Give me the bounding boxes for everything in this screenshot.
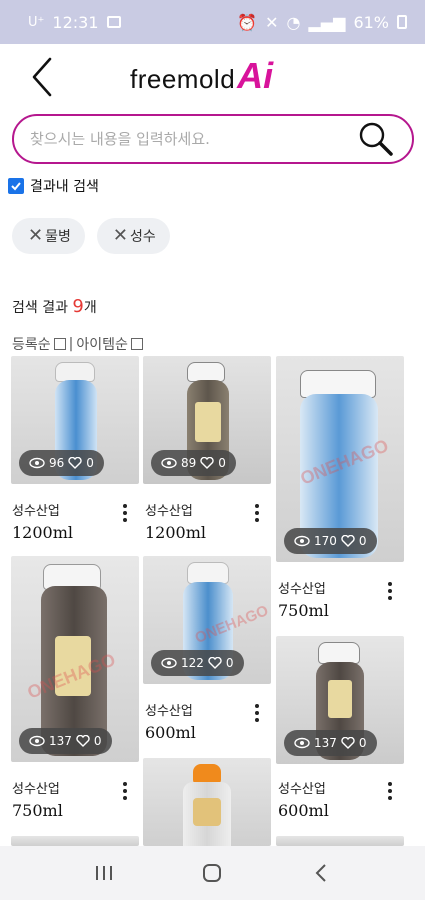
view-count: 96 bbox=[49, 456, 65, 470]
eye-icon bbox=[29, 457, 45, 469]
like-count: 0 bbox=[218, 456, 226, 470]
within-results-label: 결과내 검색 bbox=[30, 179, 99, 195]
more-options-button[interactable] bbox=[247, 500, 267, 526]
chip-label: 성수 bbox=[129, 229, 156, 245]
app-header: freemold Ai bbox=[0, 44, 425, 110]
heart-icon[interactable] bbox=[341, 737, 355, 749]
status-bar: U⁺ 12:31 ⏰ ✕ ◔ ▂▄▆ 61% bbox=[0, 0, 425, 44]
view-count: 89 bbox=[181, 456, 197, 470]
freemold-logo[interactable]: freemold Ai bbox=[130, 58, 273, 98]
product-stats: 89 0 bbox=[151, 450, 236, 476]
carrier-label: U⁺ bbox=[28, 14, 45, 30]
like-count: 0 bbox=[358, 534, 367, 548]
product-image[interactable] bbox=[143, 758, 271, 846]
result-count-number: 9 bbox=[72, 296, 84, 317]
system-navigation-bar bbox=[0, 846, 425, 900]
result-count-suffix: 개 bbox=[83, 300, 97, 316]
home-button[interactable] bbox=[192, 853, 232, 893]
signal-icon: ▂▄▆ bbox=[308, 12, 346, 32]
chip-label: 물병 bbox=[45, 229, 71, 245]
battery-percent: 61% bbox=[353, 12, 389, 32]
logo-ai: Ai bbox=[237, 55, 274, 96]
sort-options: 등록순 | 아이템순 bbox=[12, 334, 143, 354]
recent-apps-button[interactable] bbox=[84, 853, 124, 893]
search-icon bbox=[359, 122, 393, 156]
like-count: 0 bbox=[93, 734, 102, 748]
sort-by-date-label[interactable]: 등록순 bbox=[12, 334, 51, 354]
product-image[interactable]: 89 0 bbox=[143, 356, 271, 484]
back-button[interactable] bbox=[22, 52, 62, 102]
sort-separator: | bbox=[68, 336, 74, 352]
check-icon bbox=[11, 182, 21, 191]
product-stats: 96 0 bbox=[19, 450, 104, 476]
eye-icon bbox=[161, 457, 177, 469]
filter-chips: ✕ 물병 ✕ 성수 bbox=[12, 218, 170, 254]
view-count: 137 bbox=[49, 734, 72, 748]
battery-icon bbox=[397, 15, 407, 29]
like-count: 0 bbox=[86, 456, 94, 470]
product-stats: 122 0 bbox=[151, 650, 244, 676]
home-icon bbox=[203, 864, 222, 882]
view-count: 137 bbox=[314, 736, 337, 750]
eye-icon bbox=[294, 535, 310, 547]
remove-chip-icon[interactable]: ✕ bbox=[28, 227, 43, 245]
product-stats: 170 0 bbox=[284, 528, 377, 554]
product-image[interactable]: ONEHAGO 122 0 bbox=[143, 556, 271, 684]
more-options-button[interactable] bbox=[115, 500, 135, 526]
gallery-notification-icon bbox=[106, 16, 121, 28]
logo-text: freemold bbox=[130, 64, 236, 94]
within-results-checkbox[interactable] bbox=[8, 178, 24, 194]
back-nav-button[interactable] bbox=[301, 853, 341, 893]
view-count: 122 bbox=[181, 656, 204, 670]
heart-icon[interactable] bbox=[200, 457, 214, 469]
more-options-button[interactable] bbox=[247, 700, 267, 726]
product-image[interactable]: 137 0 bbox=[276, 636, 404, 764]
heart-icon[interactable] bbox=[208, 657, 222, 669]
search-within-results[interactable]: 결과내 검색 bbox=[8, 176, 99, 196]
alarm-icon: ⏰ bbox=[237, 12, 258, 32]
product-stats: 137 0 bbox=[19, 728, 112, 754]
search-input[interactable] bbox=[30, 130, 354, 148]
view-count: 170 bbox=[314, 534, 337, 548]
eye-icon bbox=[29, 735, 45, 747]
heart-icon[interactable] bbox=[341, 535, 355, 547]
heart-icon[interactable] bbox=[68, 457, 82, 469]
product-image[interactable]: ONEHAGO 170 0 bbox=[276, 356, 404, 562]
sort-by-item-checkbox[interactable] bbox=[130, 338, 143, 350]
product-stats: 137 0 bbox=[284, 730, 377, 756]
back-arrow-icon bbox=[315, 864, 326, 882]
more-options-button[interactable] bbox=[115, 778, 135, 804]
search-button[interactable] bbox=[354, 117, 398, 161]
more-options-button[interactable] bbox=[380, 778, 400, 804]
more-options-button[interactable] bbox=[380, 578, 400, 604]
product-image[interactable]: 96 0 bbox=[11, 356, 139, 484]
result-count-prefix: 검색 결과 bbox=[12, 300, 73, 316]
wifi-icon: ◔ bbox=[286, 12, 301, 32]
search-bar bbox=[12, 114, 414, 164]
like-count: 0 bbox=[225, 656, 234, 670]
status-time: 12:31 bbox=[52, 12, 99, 32]
mute-icon: ✕ bbox=[265, 12, 279, 32]
chevron-left-icon bbox=[32, 57, 52, 97]
product-image[interactable] bbox=[276, 836, 404, 846]
eye-icon bbox=[294, 737, 310, 749]
eye-icon bbox=[161, 657, 177, 669]
filter-chip[interactable]: ✕ 성수 bbox=[96, 218, 170, 254]
remove-chip-icon[interactable]: ✕ bbox=[113, 227, 128, 245]
sort-by-item-label[interactable]: 아이템순 bbox=[76, 334, 128, 354]
like-count: 0 bbox=[358, 736, 367, 750]
product-image[interactable] bbox=[11, 836, 139, 846]
sort-by-date-checkbox[interactable] bbox=[53, 338, 66, 350]
heart-icon[interactable] bbox=[76, 735, 90, 747]
filter-chip[interactable]: ✕ 물병 bbox=[12, 218, 85, 254]
recent-apps-icon bbox=[96, 866, 113, 880]
product-image[interactable]: ONEHAGO 137 0 bbox=[11, 556, 139, 762]
result-count: 검색 결과 9개 bbox=[12, 296, 97, 317]
